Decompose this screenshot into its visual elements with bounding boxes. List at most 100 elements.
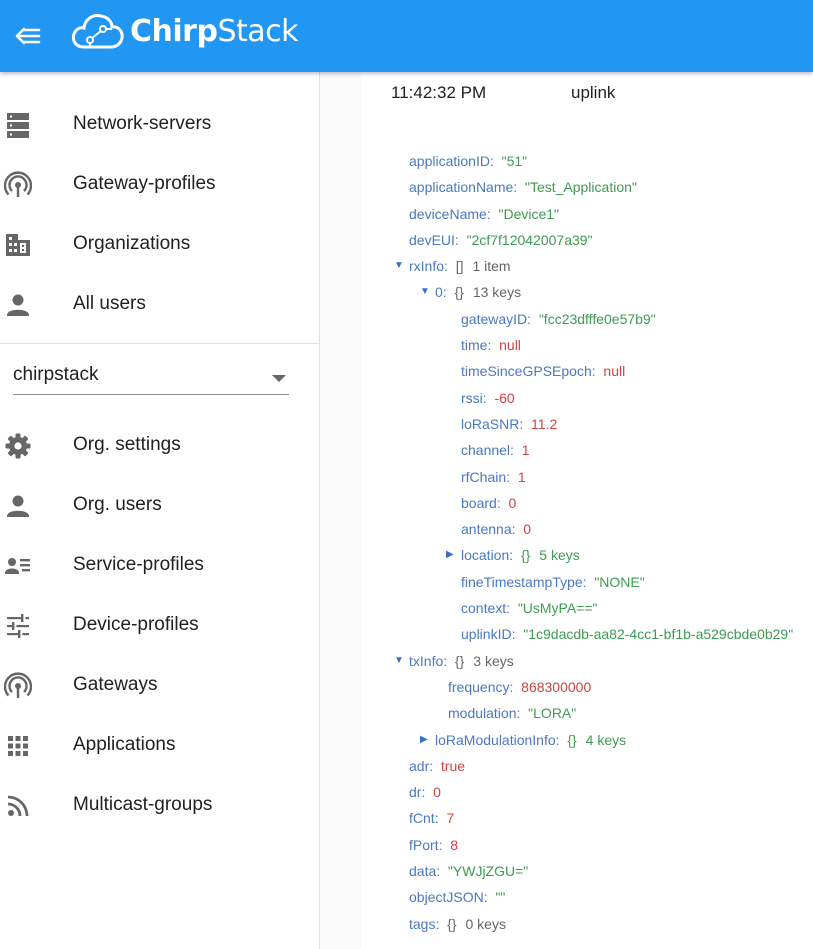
sidebar-item-gateways[interactable]: Gateways: [0, 655, 319, 715]
json-colon: :: [434, 810, 447, 827]
json-row[interactable]: ▼ txInfo: {} 3 keys: [361, 648, 813, 674]
json-key: loRaSNR: [461, 415, 520, 432]
dropdown-caret-icon[interactable]: [272, 375, 286, 382]
expand-arrow-open-icon[interactable]: ▼: [394, 648, 404, 674]
main-content: 11:42:32 PM uplink applicationID: "51" ap…: [321, 72, 813, 949]
sidebar-item-label: Applications: [73, 734, 176, 755]
json-value: 1: [517, 468, 526, 485]
json-value: null: [499, 337, 521, 354]
json-row: objectJSON: "": [361, 884, 813, 910]
json-value: {}: [520, 547, 531, 564]
json-key: antenna: [461, 521, 512, 538]
json-key: context: [461, 600, 507, 617]
sidebar-item-network-servers[interactable]: Network-servers: [0, 94, 319, 154]
json-row[interactable]: ▼ rxInfo: [] 1 item: [361, 253, 813, 279]
json-row: data: "YWJjZGU=": [361, 858, 813, 884]
chirpstack-logo[interactable]: ChirpStack: [70, 9, 298, 53]
sidebar-item-gateway-profiles[interactable]: Gateway-profiles: [0, 154, 319, 214]
sidebar-item-label: Service-profiles: [73, 554, 204, 575]
json-value: "51": [501, 153, 528, 169]
json-key: txInfo: [409, 652, 444, 669]
json-row[interactable]: ▼ 0: {} 13 keys: [361, 279, 813, 305]
json-row: board: 0: [361, 490, 813, 516]
domain-icon: [4, 231, 32, 259]
expand-arrow-closed-icon[interactable]: ▶: [420, 727, 428, 753]
json-colon: :: [436, 863, 448, 880]
json-value: null: [603, 363, 626, 380]
json-key: loRaModulationInfo: [435, 731, 556, 748]
rss-icon: [4, 792, 32, 820]
sidebar-item-org-users[interactable]: Org. users: [0, 475, 319, 535]
json-colon: :: [496, 494, 509, 511]
json-value: "2cf7f12042007a39": [466, 231, 593, 248]
json-key: objectJSON: [409, 889, 484, 906]
json-colon: :: [591, 363, 604, 380]
sidebar: Network-servers Gateway-profiles Organiz…: [0, 72, 320, 949]
json-row: deviceName: "Device1": [361, 201, 813, 227]
json-row: fineTimestampType: "NONE": [361, 569, 813, 595]
expand-arrow-open-icon[interactable]: ▼: [420, 279, 430, 305]
json-colon: :: [519, 415, 532, 432]
json-value: {}: [567, 731, 577, 748]
json-value: 11.2: [531, 415, 558, 432]
json-colon: :: [513, 179, 525, 196]
json-key: uplinkID: [461, 626, 512, 643]
organization-select[interactable]: chirpstack: [0, 344, 319, 410]
sidebar-item-label: Organizations: [73, 233, 191, 254]
sidebar-item-label: Org. settings: [73, 434, 181, 455]
sidebar-item-all-users[interactable]: All users: [0, 274, 319, 334]
json-key: deviceName: [409, 205, 487, 222]
json-value: "Device1": [498, 205, 560, 222]
json-colon: :: [511, 521, 524, 538]
json-colon: :: [582, 573, 595, 590]
sidebar-item-label: Org. users: [73, 494, 162, 515]
json-value: -60: [494, 389, 515, 406]
json-value: 0: [433, 784, 441, 801]
json-item-count: 1 item: [472, 258, 511, 275]
sidebar-item-service-profiles[interactable]: Service-profiles: [0, 535, 319, 595]
json-key: fineTimestampType: [461, 573, 583, 590]
json-colon: :: [438, 836, 451, 853]
json-colon: :: [510, 442, 522, 459]
json-value: 1: [521, 442, 530, 459]
expand-arrow-closed-icon[interactable]: ▶: [446, 542, 454, 568]
json-colon: :: [516, 705, 529, 722]
gear-icon: [4, 432, 32, 460]
json-key: applicationName: [409, 179, 514, 196]
json-colon: :: [511, 626, 524, 643]
json-item-count: 4 keys: [585, 731, 627, 748]
json-value: "1c9dacdb-aa82-4cc1-bf1b-a529cbde0b29": [523, 626, 794, 643]
json-colon: :: [429, 757, 441, 774]
sidebar-item-label: Network-servers: [73, 113, 212, 134]
json-value: "": [495, 889, 506, 906]
json-row: applicationName: "Test_Application": [361, 174, 813, 200]
json-key: gatewayID: [461, 310, 528, 327]
sidebar-item-org-settings[interactable]: Org. settings: [0, 415, 319, 475]
json-value: "Test_Application": [524, 179, 637, 196]
json-value: []: [455, 258, 464, 275]
json-value: 7: [446, 810, 455, 827]
json-key: data: [409, 863, 437, 880]
json-key: location: [461, 547, 510, 564]
json-row[interactable]: ▶ loRaModulationInfo: {} 4 keys: [361, 727, 813, 753]
json-colon: :: [421, 784, 434, 801]
json-row: context: "UsMyPA==": [361, 595, 813, 621]
expand-arrow-open-icon[interactable]: ▼: [394, 253, 404, 279]
json-key: rxInfo: [409, 258, 445, 275]
sidebar-item-applications[interactable]: Applications: [0, 715, 319, 775]
json-viewer: applicationID: "51" applicationName: "Tes…: [361, 148, 813, 937]
json-value: 0: [523, 521, 532, 538]
back-arrow-icon[interactable]: [10, 18, 46, 54]
sidebar-item-label: Device-profiles: [73, 614, 199, 635]
json-row: applicationID: "51": [361, 148, 813, 174]
sidebar-item-device-profiles[interactable]: Device-profiles: [0, 595, 319, 655]
json-colon: :: [509, 547, 521, 564]
json-value: "LORA": [528, 705, 577, 722]
organization-select-value: chirpstack: [13, 364, 99, 385]
json-key: rfChain: [461, 468, 507, 485]
cloud-logo-icon: [71, 14, 124, 49]
json-key: applicationID: [409, 153, 490, 169]
sidebar-item-organizations[interactable]: Organizations: [0, 214, 319, 274]
sidebar-item-multicast-groups[interactable]: Multicast-groups: [0, 775, 319, 835]
json-row[interactable]: ▶ location: {} 5 keys: [361, 542, 813, 568]
